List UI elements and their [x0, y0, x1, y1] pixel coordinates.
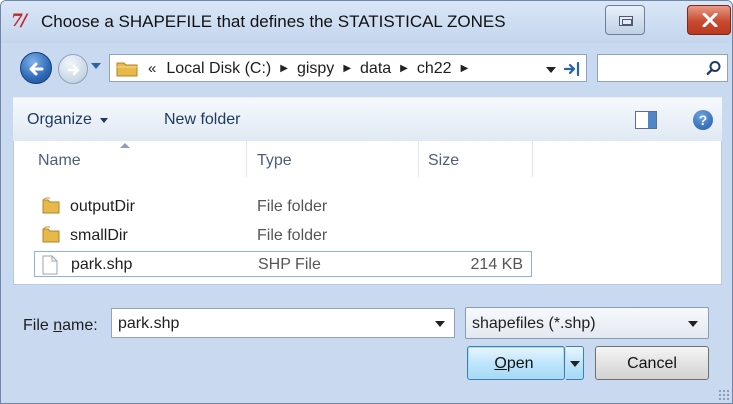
chevron-down-icon — [688, 321, 698, 327]
chevron-down-icon — [99, 117, 108, 123]
file-type: File folder — [257, 198, 328, 215]
file-name: outputDir — [70, 198, 135, 215]
address-history-dropdown[interactable] — [546, 67, 556, 73]
folder-icon — [42, 197, 60, 214]
sort-ascending-icon — [120, 143, 130, 148]
breadcrumb-overflow[interactable]: « — [148, 59, 156, 79]
file-type: File folder — [257, 227, 328, 244]
folder-icon — [116, 62, 138, 77]
breadcrumb-separator-icon[interactable]: ▶ — [343, 59, 351, 79]
folder-icon — [42, 226, 60, 243]
file-name-field[interactable]: park.shp — [111, 308, 455, 338]
list-item[interactable]: smallDir File folder — [34, 223, 532, 249]
breadcrumb-gispy[interactable]: gispy — [297, 59, 334, 79]
forward-button[interactable] — [58, 54, 88, 84]
file-name-label: File name: — [23, 317, 98, 334]
list-item-selected[interactable]: park.shp SHP File 214 KB — [34, 251, 532, 277]
help-icon[interactable]: ? — [693, 110, 713, 130]
file-type-filter-value: shapefiles (*.shp) — [472, 315, 596, 332]
file-size: 214 KB — [470, 256, 523, 273]
forward-arrow-icon — [67, 64, 80, 76]
back-button[interactable] — [20, 52, 52, 84]
open-button-label: Open — [494, 355, 534, 372]
file-list[interactable]: Name Type Size outputDir File folder sma… — [13, 141, 722, 285]
title-bar[interactable]: 7/ Choose a SHAPEFILE that defines the S… — [1, 1, 732, 43]
breadcrumb-data[interactable]: data — [360, 59, 391, 79]
column-divider[interactable] — [532, 141, 533, 177]
open-file-dialog: 7/ Choose a SHAPEFILE that defines the S… — [0, 0, 733, 404]
back-arrow-icon — [29, 62, 44, 76]
file-type: SHP File — [258, 256, 321, 273]
preview-pane-icon[interactable] — [635, 111, 657, 129]
command-bar: Organize New folder ? — [13, 97, 722, 141]
breadcrumb-separator-icon[interactable]: ▶ — [461, 59, 469, 79]
restore-button[interactable] — [605, 5, 645, 35]
resize-grip-icon[interactable] — [718, 389, 730, 401]
breadcrumb: « Local Disk (C:) ▶ gispy ▶ data ▶ ch22 … — [148, 59, 477, 79]
breadcrumb-separator-icon[interactable]: ▶ — [400, 59, 408, 79]
column-divider[interactable] — [418, 141, 419, 177]
new-folder-button[interactable]: New folder — [164, 110, 240, 130]
file-name: smallDir — [70, 227, 128, 244]
restore-icon — [619, 16, 633, 26]
column-header-name[interactable]: Name — [38, 151, 81, 171]
file-name-dropdown[interactable] — [435, 321, 445, 327]
open-options-dropdown[interactable] — [566, 346, 584, 380]
navigation-bar: « Local Disk (C:) ▶ gispy ▶ data ▶ ch22 … — [1, 43, 732, 93]
window-title: Choose a SHAPEFILE that defines the STAT… — [41, 12, 506, 31]
list-item[interactable]: outputDir File folder — [34, 194, 532, 220]
open-button[interactable]: Open — [467, 346, 565, 380]
breadcrumb-ch22[interactable]: ch22 — [417, 59, 452, 79]
cancel-button[interactable]: Cancel — [595, 346, 709, 380]
file-icon — [42, 255, 58, 275]
close-icon — [702, 13, 718, 27]
file-type-filter-select[interactable]: shapefiles (*.shp) — [465, 307, 709, 339]
breadcrumb-separator-icon[interactable]: ▶ — [280, 59, 288, 79]
close-button[interactable] — [687, 5, 731, 35]
refresh-icon[interactable] — [562, 60, 582, 78]
search-input[interactable] — [597, 54, 728, 82]
column-header-row: Name Type Size — [14, 141, 721, 177]
column-header-size[interactable]: Size — [428, 151, 459, 171]
column-header-type[interactable]: Type — [257, 151, 292, 171]
breadcrumb-local-disk[interactable]: Local Disk (C:) — [166, 59, 271, 79]
organize-button[interactable]: Organize — [27, 110, 108, 130]
search-icon — [706, 61, 721, 75]
tk-feather-icon: 7/ — [11, 11, 27, 31]
organize-label: Organize — [27, 111, 92, 128]
address-bar[interactable]: « Local Disk (C:) ▶ gispy ▶ data ▶ ch22 … — [109, 54, 587, 82]
file-name: park.shp — [71, 256, 133, 273]
recent-locations-dropdown[interactable] — [91, 63, 101, 69]
column-divider[interactable] — [246, 141, 247, 177]
